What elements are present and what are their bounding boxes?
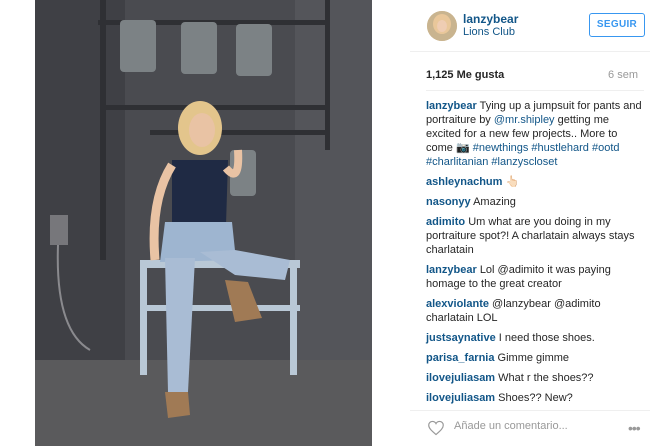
header-username[interactable]: lanzybear [463,12,518,26]
comment-text: 👆🏻 [505,176,520,188]
comment-username[interactable]: ashleynachum [426,176,502,188]
comment-text: Amazing [473,196,516,208]
comment-text: I need those shoes. [498,332,595,344]
comment-username[interactable]: justsaynative [426,332,496,344]
comment-input[interactable]: Añade un comentario... [454,420,568,432]
list-item: ashleynachum 👆🏻 [426,175,644,189]
post-age[interactable]: 6 sem [608,69,638,81]
follow-button[interactable]: SEGUIR [589,13,645,37]
post-header: lanzybear Lions Club SEGUIR [410,0,650,52]
list-item: ilovejuliasam Shoes?? New? [426,391,644,405]
post-photo[interactable] [0,0,410,446]
caption: lanzybear Tying up a jumpsuit for pants … [426,99,644,169]
comment-text: Gimme gimme [497,352,570,364]
comment-text: Shoes?? New? [498,392,573,404]
heart-icon[interactable] [427,420,445,436]
likes-count[interactable]: 1,125 Me gusta [426,69,504,81]
avatar[interactable] [427,11,457,41]
comment-username[interactable]: ilovejuliasam [426,392,495,404]
list-item: nasonyy Amazing [426,195,644,209]
camera-emoji: 📷 [455,142,470,154]
divider [426,90,644,91]
comment-username[interactable]: adimito [426,216,465,228]
comment-text: What r the shoes?? [498,372,594,384]
post-stats: 1,125 Me gusta 6 sem [426,69,646,87]
photo-image [0,0,410,446]
list-item: justsaynative I need those shoes. [426,331,644,345]
header-location[interactable]: Lions Club [463,26,515,38]
list-item: ilovejuliasam What r the shoes?? [426,371,644,385]
list-item: parisa_farnia Gimme gimme [426,351,644,365]
comment-username[interactable]: ilovejuliasam [426,372,495,384]
comment-username[interactable]: lanzybear [426,100,477,112]
comment-footer: Añade un comentario... ••• [410,410,650,446]
comments-list: lanzybear Tying up a jumpsuit for pants … [426,99,644,411]
avatar-image [427,11,457,41]
list-item: lanzybear Lol @adimito it was paying hom… [426,263,644,291]
comment-username[interactable]: nasonyy [426,196,471,208]
more-dots-icon[interactable]: ••• [628,420,641,436]
caption-mention[interactable]: @mr.shipley [494,114,555,126]
list-item: alexviolante @lanzybear @adimito charlat… [426,297,644,325]
post-side-panel: lanzybear Lions Club SEGUIR 1,125 Me gus… [410,0,650,446]
comment-username[interactable]: parisa_farnia [426,352,494,364]
comment-username[interactable]: lanzybear [426,264,477,276]
comment-username[interactable]: alexviolante [426,298,489,310]
list-item: adimito Um what are you doing in my port… [426,215,644,257]
